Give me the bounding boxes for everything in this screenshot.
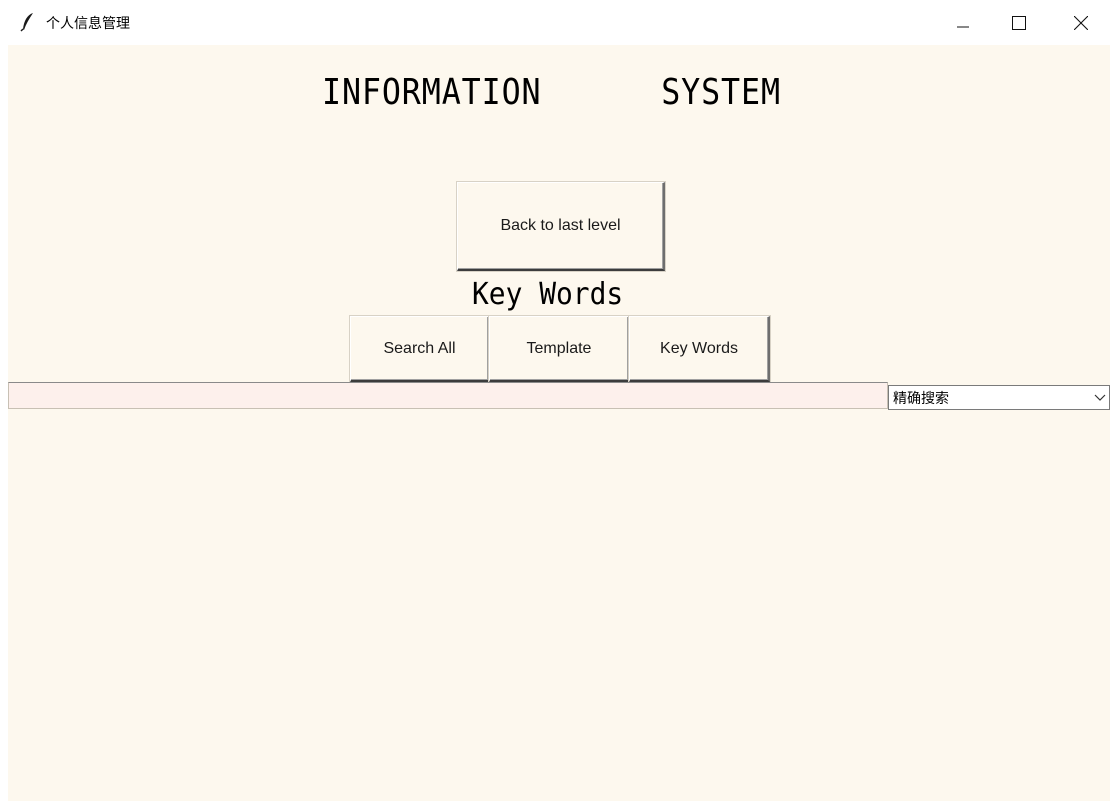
search-all-button[interactable]: Search All xyxy=(350,316,490,382)
client-area: INFORMATION SYSTEM Back to last level Ke… xyxy=(8,45,1110,801)
minimize-icon xyxy=(957,17,969,29)
app-window: 个人信息管理 INFORMATION SYSTEM Back to last l… xyxy=(0,0,1110,801)
chevron-down-icon xyxy=(1093,392,1107,404)
maximize-button[interactable] xyxy=(989,0,1049,45)
page-title: INFORMATION SYSTEM xyxy=(322,72,781,113)
close-icon xyxy=(1074,15,1088,30)
search-mode-value: 精确搜索 xyxy=(893,390,949,407)
back-button[interactable]: Back to last level xyxy=(457,182,665,271)
title-bar[interactable]: 个人信息管理 xyxy=(0,0,1110,45)
key-words-button[interactable]: Key Words xyxy=(629,316,770,382)
feather-icon xyxy=(20,12,36,32)
minimize-button[interactable] xyxy=(933,0,993,45)
search-mode-select[interactable]: 精确搜索 xyxy=(888,385,1110,410)
window-title: 个人信息管理 xyxy=(46,16,130,32)
section-label: Key Words xyxy=(472,277,624,312)
search-input[interactable] xyxy=(8,382,888,409)
template-button[interactable]: Template xyxy=(489,316,630,382)
close-button[interactable] xyxy=(1051,0,1110,45)
maximize-icon xyxy=(1012,15,1026,30)
